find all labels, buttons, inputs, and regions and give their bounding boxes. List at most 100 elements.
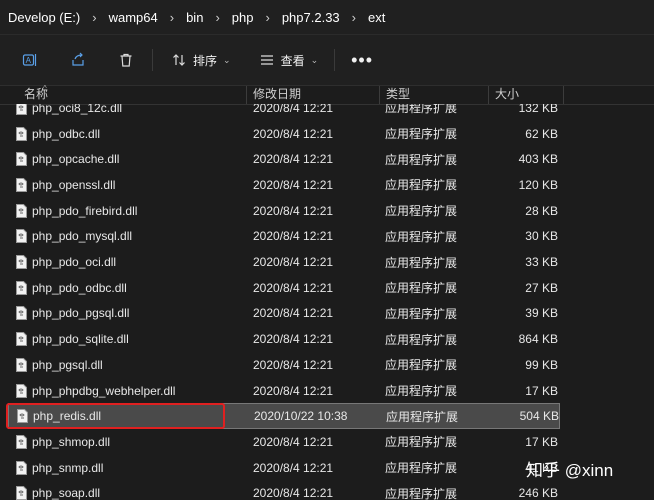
table-row[interactable]: php_pgsql.dll 2020/8/4 12:21 应用程序扩展 99 KB [8,352,560,378]
file-type: 应用程序扩展 [385,306,458,321]
file-type: 应用程序扩展 [385,486,458,500]
delete-button[interactable] [110,45,142,75]
column-divider[interactable] [246,86,247,104]
file-type: 应用程序扩展 [385,281,458,296]
file-name: php_pdo_pgsql.dll [32,306,130,321]
table-row[interactable]: php_shmop.dll 2020/8/4 12:21 应用程序扩展 17 KB [8,429,560,455]
watermark: 知乎 @xinn [526,461,614,480]
file-size: 62 KB [525,126,558,141]
breadcrumb: Develop (E:) › wamp64 › bin › php › php7.2.33 › ex… [0,0,654,34]
chevron-down-icon: ⌄ [223,54,231,65]
rename-button[interactable]: A [14,45,46,75]
dll-file-icon [16,429,28,455]
table-row[interactable]: php_pdo_oci.dll 2020/8/4 12:21 应用程序扩展 33 KB [8,249,560,275]
column-divider[interactable] [563,86,564,104]
file-date: 2020/8/4 12:21 [253,177,334,192]
dll-file-icon [16,326,28,352]
file-name: php_shmop.dll [32,434,111,449]
table-row[interactable]: php_pdo_mysql.dll 2020/8/4 12:21 应用程序扩展 30 … [8,224,560,250]
view-label: 查看 [280,53,305,68]
sort-icon [169,50,189,70]
file-name: php_phpdbg_webhelper.dll [32,383,176,398]
svg-text:A: A [26,56,32,65]
file-size: 403 KB [518,152,558,167]
table-row[interactable]: php_phpdbg_webhelper.dll 2020/8/4 12:21 应用… [8,378,560,404]
file-size: 504 KB [519,409,559,424]
view-icon [257,50,277,70]
file-date: 2020/8/4 12:21 [253,383,334,398]
file-date: 2020/8/4 12:21 [253,460,334,475]
table-row[interactable]: php_pdo_firebird.dll 2020/8/4 12:21 应用程序扩展… [8,198,560,224]
file-name: php_openssl.dll [32,177,116,192]
column-divider[interactable] [379,86,380,104]
table-row[interactable]: php_soap.dll 2020/8/4 12:21 应用程序扩展 246 KB [8,481,560,500]
file-date: 2020/8/4 12:21 [253,203,334,218]
dll-file-icon [16,455,28,481]
breadcrumb-item[interactable]: bin [186,10,203,25]
column-header-name[interactable]: 名称 [24,86,48,104]
more-options-icon: ••• [351,50,374,70]
file-size: 28 KB [525,203,558,218]
view-button[interactable]: 查看 ⌄ [251,45,325,75]
file-date: 2020/8/4 12:21 [253,280,334,295]
toolbar-divider [334,49,336,71]
file-date: 2020/8/4 12:21 [253,306,334,321]
dll-file-icon [16,146,28,172]
file-name: php_odbc.dll [32,126,101,141]
dll-file-icon [16,224,28,250]
breadcrumb-item[interactable]: wamp64 [109,10,158,25]
file-size: 17 KB [525,434,558,449]
chevron-right-icon[interactable]: › [215,10,219,25]
file-date: 2020/8/4 12:21 [253,229,334,244]
file-type: 应用程序扩展 [385,178,458,193]
dll-file-icon [16,481,28,500]
chevron-right-icon[interactable]: › [170,10,174,25]
file-type: 应用程序扩展 [385,255,458,270]
column-divider[interactable] [488,86,489,104]
table-row[interactable]: php_snmp.dll 2020/8/4 12:21 应用程序扩展 41 KB [8,455,560,481]
table-row[interactable]: php_pdo_pgsql.dll 2020/8/4 12:21 应用程序扩展 39 … [8,301,560,327]
dll-file-icon [16,275,28,301]
file-name: php_pdo_oci.dll [32,255,117,270]
file-type: 应用程序扩展 [385,204,458,219]
file-type: 应用程序扩展 [385,152,458,167]
chevron-right-icon[interactable]: › [352,10,356,25]
table-row[interactable]: php_openssl.dll 2020/8/4 12:21 应用程序扩展 120 K… [8,172,560,198]
file-name: php_pgsql.dll [32,357,103,372]
file-date: 2020/8/4 12:21 [253,104,334,115]
file-name: php_soap.dll [32,486,101,500]
column-header-date[interactable]: 修改日期 [253,86,301,104]
chevron-right-icon[interactable]: › [265,10,269,25]
column-header-type[interactable]: 类型 [386,86,410,104]
file-date: 2020/8/4 12:21 [253,486,334,500]
file-size: 99 KB [525,357,558,372]
file-size: 17 KB [525,383,558,398]
table-row[interactable]: php_oci8_12c.dll 2020/8/4 12:21 应用程序扩展 132 … [8,104,560,121]
highlight-annotation [6,403,225,429]
file-date: 2020/8/4 12:21 [253,434,334,449]
dll-file-icon [16,172,28,198]
file-type: 应用程序扩展 [385,229,458,244]
file-type: 应用程序扩展 [385,127,458,142]
breadcrumb-item[interactable]: php [232,10,254,25]
table-row[interactable]: php_opcache.dll 2020/8/4 12:21 应用程序扩展 403 K… [8,146,560,172]
share-button[interactable] [62,45,94,75]
more-options-button[interactable]: ••• [345,45,379,75]
sort-button[interactable]: 排序 ⌄ [163,45,237,75]
table-row[interactable]: php_odbc.dll 2020/8/4 12:21 应用程序扩展 62 KB [8,121,560,147]
delete-icon [116,50,136,70]
dll-file-icon [16,301,28,327]
breadcrumb-item[interactable]: Develop (E:) [8,10,80,25]
chevron-right-icon[interactable]: › [92,10,96,25]
file-size: 120 KB [518,177,558,192]
file-date: 2020/8/4 12:21 [253,152,334,167]
toolbar-divider [152,49,153,71]
column-header-size[interactable]: 大小 [495,86,519,104]
dll-file-icon [16,121,28,147]
breadcrumb-item[interactable]: ext [368,10,385,25]
file-date: 2020/8/4 12:21 [253,255,334,270]
breadcrumb-item[interactable]: php7.2.33 [282,10,340,25]
table-row[interactable]: php_pdo_odbc.dll 2020/8/4 12:21 应用程序扩展 27 K… [8,275,560,301]
file-size: 864 KB [518,332,558,347]
table-row[interactable]: php_pdo_sqlite.dll 2020/8/4 12:21 应用程序扩展 86… [8,326,560,352]
